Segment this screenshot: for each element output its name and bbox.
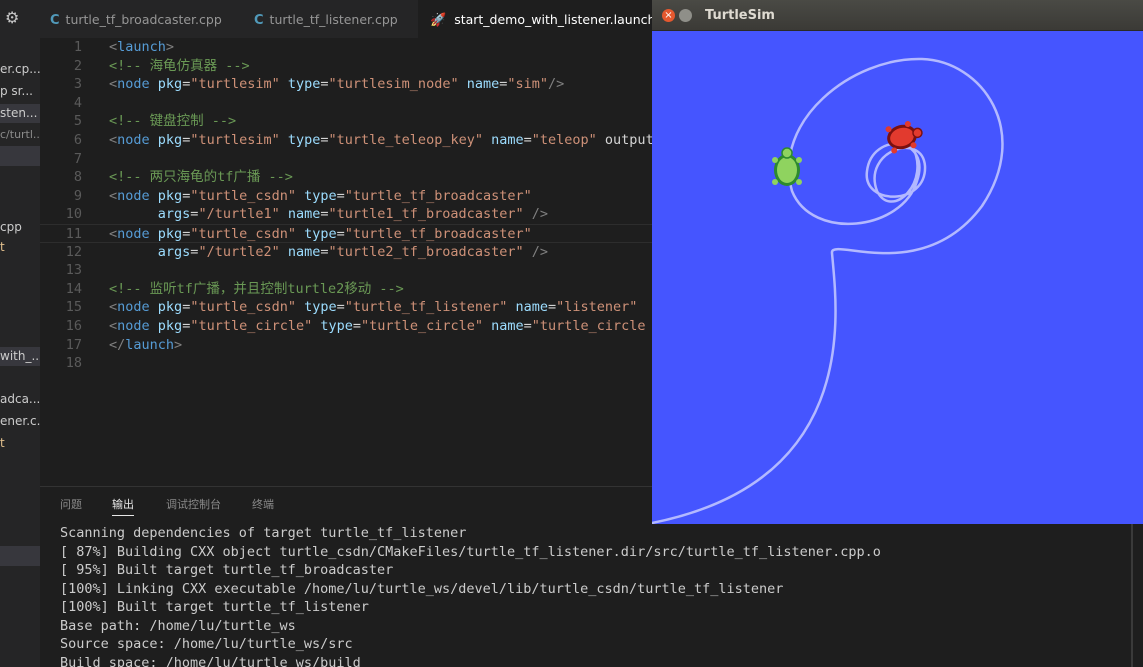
- code-line[interactable]: 4: [40, 94, 652, 113]
- window-titlebar[interactable]: × TurtleSim: [652, 0, 1143, 31]
- line-number: 1: [73, 39, 82, 55]
- code-line[interactable]: 5 <!-- 键盘控制 -->: [40, 112, 652, 131]
- line-number: 2: [73, 57, 82, 74]
- line-number: 8: [73, 169, 82, 186]
- code-line[interactable]: 16 <node pkg="turtle_circle" type="turtle…: [40, 317, 652, 336]
- turtle-trail-drawing: [650, 57, 1004, 525]
- line-number: 4: [73, 94, 82, 111]
- output-line: Base path: /home/lu/turtle_ws: [60, 617, 296, 634]
- code-text[interactable]: <node pkg="turtle_csdn" type="turtle_tf_…: [109, 187, 532, 206]
- output-panel[interactable]: Scanning dependencies of target turtle_t…: [40, 520, 1143, 667]
- explorer-sidebar: ⚙ er.cp... p sr... sten... c/turtl... cp…: [0, 0, 40, 667]
- code-line[interactable]: 1 <launch>: [40, 38, 652, 57]
- code-line[interactable]: 18: [40, 354, 652, 373]
- tab-problems[interactable]: 问题: [60, 496, 82, 512]
- code-text[interactable]: </launch>: [109, 336, 182, 355]
- sidebar-item[interactable]: p sr...: [0, 82, 40, 101]
- sidebar-item[interactable]: er.cp...: [0, 60, 40, 79]
- line-number: 10: [65, 206, 82, 223]
- line-number: 5: [73, 113, 82, 130]
- line-number: 7: [73, 150, 82, 167]
- code-text[interactable]: <node pkg="turtle_csdn" type="turtle_tf_…: [109, 225, 532, 244]
- line-number: 6: [73, 132, 82, 148]
- editor-tab-bar: Cturtle_tf_broadcaster.cpp Cturtle_tf_li…: [40, 0, 683, 38]
- sidebar-item[interactable]: sten...: [0, 104, 40, 123]
- sidebar-item[interactable]: adca...: [0, 390, 40, 409]
- code-text[interactable]: <!-- 两只海龟的tf广播 -->: [109, 168, 293, 187]
- code-text[interactable]: <!-- 键盘控制 -->: [109, 112, 236, 131]
- cpp-file-icon: C: [254, 13, 264, 28]
- tab-label: turtle_tf_broadcaster.cpp: [65, 12, 222, 27]
- code-text[interactable]: args="/turtle2" name="turtle2_tf_broadca…: [109, 243, 548, 262]
- line-number: 14: [65, 280, 82, 297]
- output-line: Build space: /home/lu/turtle_ws/build: [60, 654, 361, 667]
- line-number: 18: [65, 355, 82, 372]
- output-line: Source space: /home/lu/turtle_ws/src: [60, 636, 353, 652]
- code-line[interactable]: 12 args="/turtle2" name="turtle2_tf_broa…: [40, 243, 652, 262]
- output-scrollbar[interactable]: [1131, 520, 1133, 667]
- tab-start-demo-launch[interactable]: 🚀start_demo_with_listener.launch✕: [418, 0, 683, 38]
- sidebar-item[interactable]: cpp: [0, 218, 40, 237]
- line-number: 13: [65, 262, 82, 279]
- sidebar-item[interactable]: c/turtl...: [0, 125, 40, 144]
- output-line: [100%] Linking CXX executable /home/lu/t…: [60, 580, 784, 597]
- code-text[interactable]: <!-- 监听tf广播，并且控制turtle2移动 -->: [109, 280, 404, 299]
- rocket-icon: 🚀: [430, 13, 447, 28]
- code-text[interactable]: <node pkg="turtle_csdn" type="turtle_tf_…: [109, 298, 646, 317]
- turtlesim-window: × TurtleSim: [650, 0, 1143, 525]
- code-line[interactable]: 7: [40, 150, 652, 169]
- code-line[interactable]: 2 <!-- 海龟仿真器 -->: [40, 57, 652, 76]
- code-line[interactable]: 6 <node pkg="turtlesim" type="turtle_tele…: [40, 131, 652, 150]
- output-line: Scanning dependencies of target turtle_t…: [60, 525, 467, 541]
- tab-label: turtle_tf_listener.cpp: [269, 12, 398, 27]
- cpp-file-icon: C: [50, 13, 60, 28]
- window-close-icon[interactable]: ×: [662, 9, 675, 22]
- turtlesim-canvas: [650, 31, 1143, 525]
- code-text[interactable]: <node pkg="turtlesim" type="turtlesim_no…: [109, 75, 564, 94]
- sidebar-item[interactable]: t: [0, 238, 40, 257]
- code-line[interactable]: 11 <node pkg="turtle_csdn" type="turtle_t…: [40, 224, 652, 243]
- window-minimize-icon[interactable]: [679, 9, 692, 22]
- output-line: [100%] Built target turtle_tf_listener: [60, 599, 369, 615]
- code-line[interactable]: 9 <node pkg="turtle_csdn" type="turtle_tf…: [40, 187, 652, 206]
- code-line[interactable]: 10 args="/turtle1" name="turtle1_tf_broa…: [40, 205, 652, 224]
- code-line[interactable]: 8 <!-- 两只海龟的tf广播 -->: [40, 168, 652, 187]
- code-text[interactable]: <launch>: [109, 38, 174, 57]
- code-line[interactable]: 3 <node pkg="turtlesim" type="turtlesim_n…: [40, 75, 652, 94]
- code-line[interactable]: 15 <node pkg="turtle_csdn" type="turtle_t…: [40, 298, 652, 317]
- panel-tab-bar: 问题 输出 调试控制台 终端: [40, 486, 652, 521]
- tab-turtle-tf-listener[interactable]: Cturtle_tf_listener.cpp: [254, 0, 398, 38]
- tab-debug-console[interactable]: 调试控制台: [166, 496, 221, 512]
- tab-terminal[interactable]: 终端: [252, 496, 274, 512]
- code-line[interactable]: 13: [40, 261, 652, 280]
- code-text[interactable]: <node pkg="turtlesim" type="turtle_teleo…: [109, 131, 652, 150]
- sidebar-item[interactable]: ener.c...: [0, 412, 40, 431]
- line-number: 9: [73, 187, 82, 204]
- tab-label: start_demo_with_listener.launch: [454, 12, 656, 27]
- code-line[interactable]: 14 <!-- 监听tf广播，并且控制turtle2移动 -->: [40, 280, 652, 299]
- window-title: TurtleSim: [705, 8, 775, 23]
- line-number: 11: [65, 226, 82, 242]
- sidebar-section-header[interactable]: [0, 546, 40, 566]
- code-line[interactable]: 17 </launch>: [40, 336, 652, 355]
- sidebar-section-header[interactable]: [0, 146, 40, 166]
- tab-output[interactable]: 输出: [112, 496, 134, 516]
- turtle-trail: [650, 57, 1004, 525]
- line-number: 17: [65, 336, 82, 353]
- line-number: 3: [73, 76, 82, 93]
- sidebar-item[interactable]: t: [0, 434, 40, 453]
- output-line: [ 95%] Built target turtle_tf_broadcaste…: [60, 562, 394, 578]
- code-text[interactable]: <!-- 海龟仿真器 -->: [109, 57, 250, 76]
- output-line: [ 87%] Building CXX object turtle_csdn/C…: [60, 543, 881, 560]
- gear-icon[interactable]: ⚙: [5, 8, 19, 27]
- code-text[interactable]: args="/turtle1" name="turtle1_tf_broadca…: [109, 205, 548, 224]
- line-number: 16: [65, 318, 82, 334]
- tab-turtle-tf-broadcaster[interactable]: Cturtle_tf_broadcaster.cpp: [50, 0, 222, 38]
- code-editor[interactable]: 1 <launch> 2 <!-- 海龟仿真器 --> 3 <node pkg="turt…: [40, 38, 652, 486]
- line-number: 15: [65, 299, 82, 316]
- turtle1-icon: [772, 147, 802, 186]
- line-number: 12: [65, 243, 82, 260]
- code-text[interactable]: <node pkg="turtle_circle" type="turtle_c…: [109, 317, 646, 336]
- sidebar-item[interactable]: with_...: [0, 347, 40, 366]
